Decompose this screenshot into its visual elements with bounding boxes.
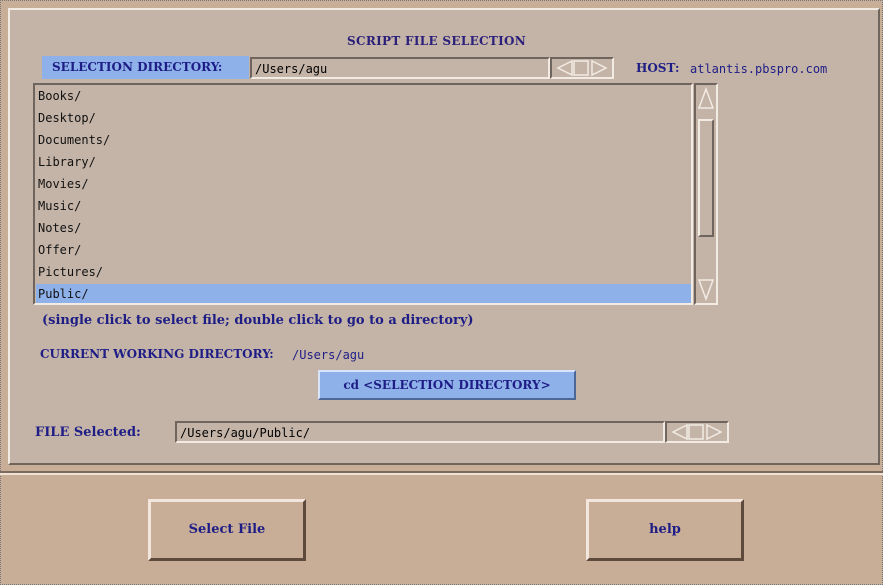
host-value: atlantis.pbspro.com bbox=[690, 62, 828, 76]
file-selected-field[interactable]: /Users/agu/Public/ bbox=[175, 421, 665, 443]
dialog-title: SCRIPT FILE SELECTION bbox=[347, 34, 527, 48]
list-item[interactable]: Documents/ bbox=[36, 130, 691, 150]
list-item[interactable]: Movies/ bbox=[36, 174, 691, 194]
help-button[interactable]: help bbox=[586, 499, 744, 561]
list-item[interactable]: Books/ bbox=[36, 86, 691, 106]
list-item[interactable]: Desktop/ bbox=[36, 108, 691, 128]
scroll-down-arrow-icon[interactable] bbox=[697, 276, 715, 302]
list-item[interactable]: Music/ bbox=[36, 196, 691, 216]
list-item[interactable]: Notes/ bbox=[36, 218, 691, 238]
scroll-thumb[interactable] bbox=[573, 60, 589, 76]
scroll-right-arrow-icon[interactable] bbox=[591, 59, 608, 77]
vertical-scroll-thumb[interactable] bbox=[698, 119, 714, 237]
selection-hint: (single click to select file; double cli… bbox=[42, 313, 474, 328]
select-file-button[interactable]: Select File bbox=[148, 499, 306, 561]
selection-directory-label: SELECTION DIRECTORY: bbox=[42, 56, 249, 79]
list-item[interactable]: Offer/ bbox=[36, 240, 691, 260]
selection-directory-field[interactable]: /Users/agu bbox=[250, 57, 550, 79]
scroll-right-arrow-icon[interactable] bbox=[706, 423, 723, 441]
scroll-left-arrow-icon[interactable] bbox=[556, 59, 573, 77]
list-item[interactable]: Pictures/ bbox=[36, 262, 691, 282]
list-item-selected[interactable]: Public/ bbox=[36, 284, 691, 303]
current-working-directory-label: CURRENT WORKING DIRECTORY: bbox=[40, 347, 274, 361]
current-working-directory-value: /Users/agu bbox=[292, 348, 365, 362]
file-selected-label: FILE Selected: bbox=[35, 425, 141, 440]
scroll-thumb[interactable] bbox=[688, 424, 704, 440]
file-selected-scrollbar[interactable] bbox=[665, 421, 729, 443]
cd-selection-directory-button[interactable]: cd <SELECTION DIRECTORY> bbox=[318, 370, 576, 400]
host-label: HOST: bbox=[636, 61, 680, 75]
selection-directory-scrollbar[interactable] bbox=[550, 57, 614, 79]
panel-divider-highlight bbox=[0, 473, 883, 475]
scroll-up-arrow-icon[interactable] bbox=[697, 86, 715, 112]
listbox-vertical-scrollbar[interactable] bbox=[694, 83, 718, 305]
directory-listbox[interactable]: Books/ Desktop/ Documents/ Library/ Movi… bbox=[33, 83, 693, 305]
scroll-left-arrow-icon[interactable] bbox=[671, 423, 688, 441]
list-item[interactable]: Library/ bbox=[36, 152, 691, 172]
